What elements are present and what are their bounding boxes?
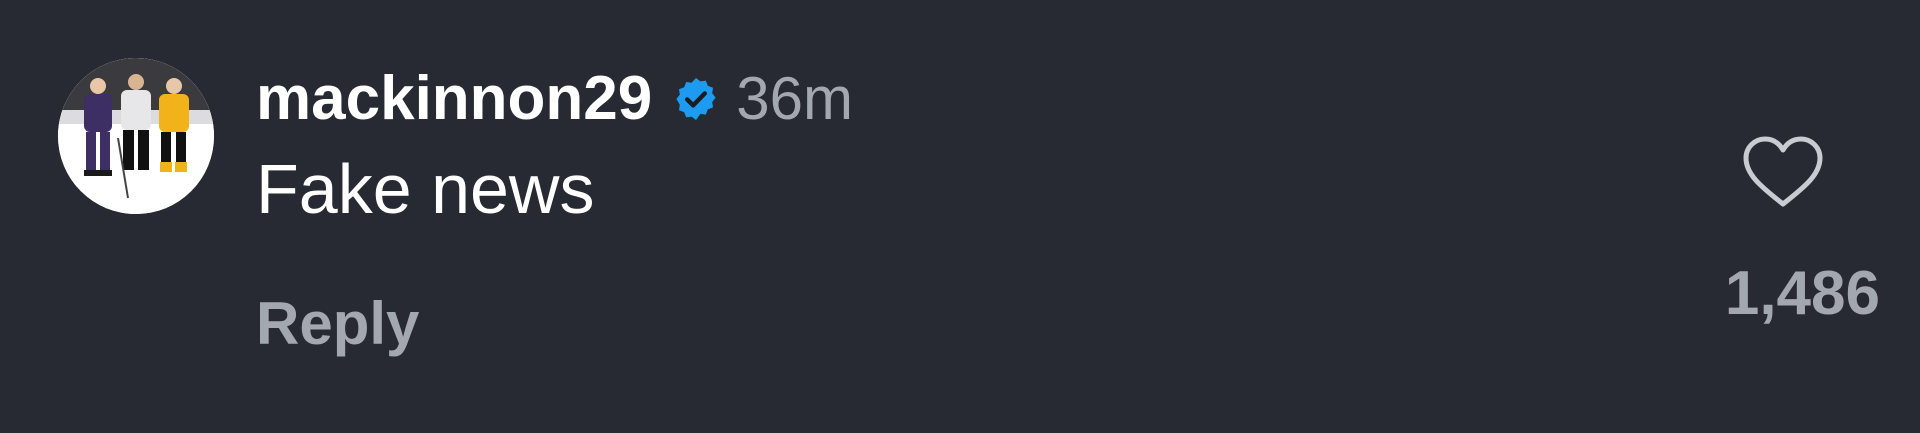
timestamp: 36m — [736, 65, 853, 132]
reply-button[interactable]: Reply — [256, 294, 419, 354]
verified-badge-icon — [672, 75, 720, 123]
comment-text: Fake news — [256, 150, 595, 228]
avatar-image — [58, 58, 214, 214]
comment-body: mackinnon29 36m Fake news — [256, 58, 853, 228]
comment-item: mackinnon29 36m Fake news Reply 1,486 — [0, 0, 1920, 433]
comment-header: mackinnon29 36m — [256, 58, 853, 140]
like-count: 1,486 — [1724, 259, 1880, 328]
username[interactable]: mackinnon29 — [256, 68, 652, 130]
heart-outline-icon — [1743, 136, 1823, 207]
like-button[interactable] — [1740, 134, 1826, 210]
avatar[interactable] — [58, 58, 214, 214]
